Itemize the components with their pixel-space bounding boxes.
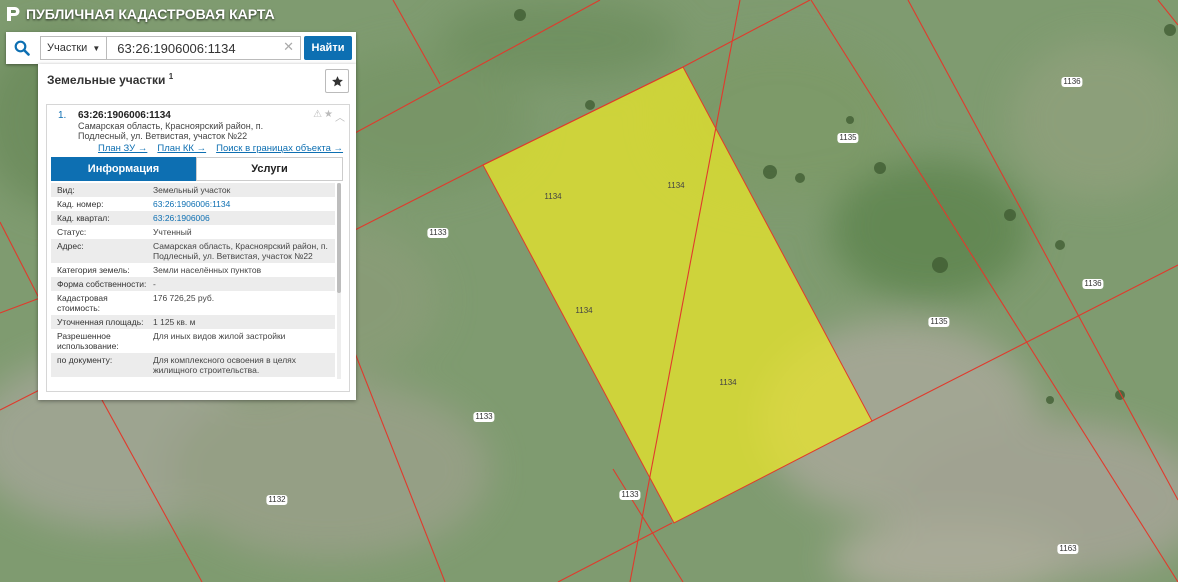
parcel-label[interactable]: 1134 <box>665 181 686 191</box>
parcel-label[interactable]: 1136 <box>1061 77 1083 87</box>
results-panel: Земельные участки 1 1. 63:26:1906006:113… <box>38 64 356 400</box>
panel-title-text: Земельные участки <box>47 73 166 87</box>
parcel-label[interactable]: 1134 <box>542 192 563 202</box>
info-key: Уточненная площадь: <box>57 317 144 327</box>
parcel-label[interactable]: 1132 <box>266 495 288 505</box>
info-key: Вид: <box>57 185 75 195</box>
object-type-label: Участки <box>47 42 88 54</box>
result-card[interactable]: 1. 63:26:1906006:1134 Самарская область,… <box>46 104 350 392</box>
info-value: Для комплексного освоения в целях жилищн… <box>153 355 297 375</box>
info-row: Статус: Учтенный <box>51 225 335 239</box>
parcel-label[interactable]: 1134 <box>717 378 738 388</box>
warning-icon[interactable]: ⚠ <box>313 109 322 124</box>
parcel-label[interactable]: 1134 <box>573 306 594 316</box>
info-key: Категория земель: <box>57 265 130 275</box>
parcel-label[interactable]: 1135 <box>837 133 859 143</box>
info-row: Вид: Земельный участок <box>51 183 335 197</box>
pkk-logo-icon <box>7 7 20 21</box>
info-value: - <box>153 279 156 289</box>
plan-kk-link[interactable]: План КК → <box>157 143 206 154</box>
info-key: Разрешенное использование: <box>57 331 119 351</box>
info-key: Кад. номер: <box>57 199 104 209</box>
info-row: Кад. номер: 63:26:1906006:1134 <box>51 197 335 211</box>
plan-zu-link[interactable]: План ЗУ → <box>98 143 147 154</box>
chevron-up-icon[interactable]: ︿ <box>335 109 345 124</box>
info-row: Разрешенное использование: Для иных видов… <box>51 329 335 353</box>
result-cadastral-number[interactable]: 63:26:1906006:1134 <box>78 110 171 121</box>
star-outline-icon[interactable]: ★ <box>324 109 333 124</box>
info-key: Адрес: <box>57 241 84 251</box>
info-table: Вид: Земельный участок Кад. номер: 63:26:1… <box>51 183 335 377</box>
tab-services[interactable]: Услуги <box>196 157 343 181</box>
result-links: План ЗУ → План КК → Поиск в границах объ… <box>98 143 343 154</box>
cadastral-number-link[interactable]: 63:26:1906006:1134 <box>153 199 335 209</box>
cadastral-quarter-link[interactable]: 63:26:1906006 <box>153 213 335 223</box>
parcel-label[interactable]: 1133 <box>619 490 641 500</box>
info-key: Кад. квартал: <box>57 213 110 223</box>
info-row: Категория земель: Земли населённых пункто… <box>51 263 335 277</box>
search-icon[interactable] <box>6 32 38 64</box>
panel-title: Земельные участки 1 <box>47 72 173 87</box>
info-key: Статус: <box>57 227 87 237</box>
info-row: Форма собственности: - <box>51 277 335 291</box>
info-key: Форма собственности: <box>57 279 147 289</box>
info-value: Земли населённых пунктов <box>153 265 262 275</box>
search-within-link[interactable]: Поиск в границах объекта → <box>216 143 343 154</box>
info-value: Самарская область, Красноярский район, п… <box>153 241 328 261</box>
info-scrollbar[interactable] <box>337 183 341 379</box>
info-row: Кадастровая стоимость: 176 726,25 руб. <box>51 291 335 315</box>
parcel-label[interactable]: 1133 <box>427 228 449 238</box>
results-count: 1 <box>168 72 174 81</box>
result-index: 1. <box>58 110 67 121</box>
parcel-label[interactable]: 1163 <box>1057 544 1079 554</box>
info-value: Учтенный <box>153 227 192 237</box>
info-value: 176 726,25 руб. <box>153 293 215 303</box>
find-button[interactable]: Найти <box>304 36 352 60</box>
search-bar: Участки ▼ 63:26:1906006:1134 ✕ Найти <box>6 32 356 64</box>
app-title: ПУБЛИЧНАЯ КАДАСТРОВАЯ КАРТА <box>26 6 275 22</box>
result-tabs: Информация Услуги <box>51 157 343 181</box>
info-value: Земельный участок <box>153 185 231 195</box>
chevron-down-icon: ▼ <box>92 43 101 53</box>
scrollbar-thumb[interactable] <box>337 183 341 293</box>
app-header: ПУБЛИЧНАЯ КАДАСТРОВАЯ КАРТА <box>0 0 275 28</box>
info-key: Кадастровая стоимость: <box>57 293 108 313</box>
parcel-label[interactable]: 1133 <box>473 412 495 422</box>
tab-information[interactable]: Информация <box>51 157 196 181</box>
info-row: Адрес: Самарская область, Красноярский ра… <box>51 239 335 263</box>
star-icon <box>331 75 343 86</box>
favorite-button[interactable] <box>325 69 349 93</box>
info-row: Кад. квартал: 63:26:1906006 <box>51 211 335 225</box>
info-row: по документу: Для комплексного освоения в… <box>51 353 335 377</box>
info-value: 1 125 кв. м <box>153 317 196 327</box>
search-query-text: 63:26:1906006:1134 <box>117 40 236 56</box>
info-value: Для иных видов жилой застройки <box>153 331 286 341</box>
clear-icon[interactable]: ✕ <box>283 39 294 55</box>
parcel-label[interactable]: 1135 <box>928 317 950 327</box>
info-key: по документу: <box>57 355 113 365</box>
card-actions: ⚠ ★ ︿ <box>313 109 345 124</box>
info-row: Уточненная площадь: 1 125 кв. м <box>51 315 335 329</box>
parcel-label[interactable]: 1136 <box>1082 279 1104 289</box>
object-type-select[interactable]: Участки ▼ <box>40 36 108 60</box>
search-input[interactable]: 63:26:1906006:1134 ✕ <box>107 36 301 60</box>
result-address: Самарская область, Красноярский район, п… <box>78 121 264 141</box>
